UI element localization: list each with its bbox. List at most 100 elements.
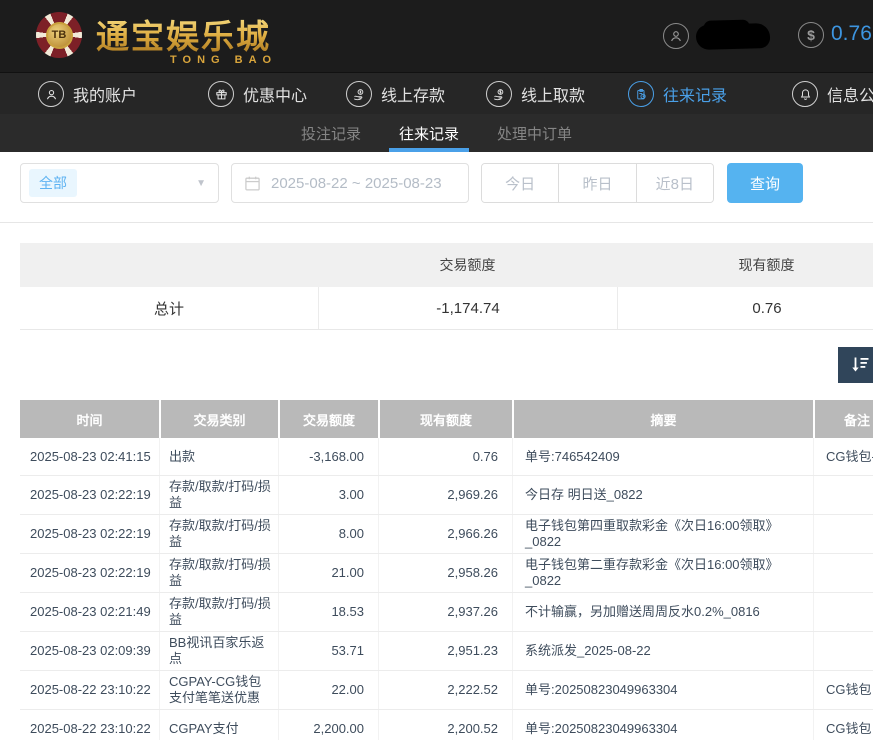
cell-remark <box>813 632 873 670</box>
balance-coin-icon: $ <box>798 22 824 48</box>
cell-balance: 2,969.26 <box>378 476 512 514</box>
summary-total-row: 总计 -1,174.74 0.76 <box>20 287 873 330</box>
cell-remark: CG钱包 <box>813 710 873 740</box>
table-row: 2025-08-22 23:10:22 CGPAY-CG钱包支付笔笔送优惠 22… <box>20 671 873 710</box>
cell-balance: 2,200.52 <box>378 710 512 740</box>
table-row: 2025-08-23 02:21:49 存款/取款/打码/损益 18.53 2,… <box>20 593 873 632</box>
summary-total-label: 总计 <box>20 287 318 329</box>
cell-summary: 今日存 明日送_0822 <box>512 476 813 514</box>
cell-remark <box>813 593 873 631</box>
cell-type: 存款/取款/打码/损益 <box>159 593 278 631</box>
cell-summary: 单号:20250823049963304 <box>512 671 813 709</box>
section-divider <box>0 222 873 223</box>
date-range-value: 2025-08-22 ~ 2025-08-23 <box>271 175 442 192</box>
records-header-row: 时间 交易类别 交易额度 现有额度 摘要 备注 <box>20 400 873 438</box>
tab-betting-records[interactable]: 投注记录 <box>297 114 365 152</box>
filter-bar: 全部 ▼ 2025-08-22 ~ 2025-08-23 今日 昨日 近8日 查… <box>0 152 873 223</box>
sort-button[interactable] <box>838 347 873 383</box>
cell-remark <box>813 515 873 553</box>
cell-summary: 单号:20250823049963304 <box>512 710 813 740</box>
cell-type: 存款/取款/打码/损益 <box>159 476 278 514</box>
cell-summary: 电子钱包第四重取款彩金《次日16:00领取》_0822 <box>512 515 813 553</box>
table-row: 2025-08-23 02:22:19 存款/取款/打码/损益 3.00 2,9… <box>20 476 873 515</box>
table-row: 2025-08-23 02:09:39 BB视讯百家乐返点 53.71 2,95… <box>20 632 873 671</box>
table-row: 2025-08-22 23:10:22 CGPAY支付 2,200.00 2,2… <box>20 710 873 740</box>
logo-chip-icon[interactable]: TB <box>36 12 82 58</box>
nav-item-online-deposit[interactable]: 线上存款 <box>346 73 445 115</box>
cell-time: 2025-08-22 23:10:22 <box>20 671 159 709</box>
summary-total-amount: -1,174.74 <box>318 287 617 329</box>
calendar-icon <box>244 175 261 192</box>
nav-label: 优惠中心 <box>243 82 307 106</box>
nav-item-announcements[interactable]: 信息公告 <box>792 73 873 115</box>
main-nav: 我的账户 优惠中心 线上存款 线上取款 往来记录 <box>0 72 873 114</box>
cell-type: 存款/取款/打码/损益 <box>159 515 278 553</box>
nav-item-transaction-records[interactable]: 往来记录 <box>628 73 727 115</box>
type-select-value: 全部 <box>29 169 77 197</box>
sort-descending-icon <box>847 353 871 377</box>
cell-type: CGPAY支付 <box>159 710 278 740</box>
cell-balance: 2,958.26 <box>378 554 512 592</box>
cell-amount: 3.00 <box>278 476 378 514</box>
sub-tabs: 投注记录 往来记录 处理中订单 <box>0 114 873 152</box>
nav-label: 信息公告 <box>827 82 873 106</box>
cell-type: 存款/取款/打码/损益 <box>159 554 278 592</box>
nav-item-promotions[interactable]: 优惠中心 <box>208 73 307 115</box>
cell-balance: 0.76 <box>378 438 512 475</box>
cell-time: 2025-08-23 02:21:49 <box>20 593 159 631</box>
cell-time: 2025-08-23 02:41:15 <box>20 438 159 475</box>
cell-summary: 电子钱包第二重存款彩金《次日16:00领取》_0822 <box>512 554 813 592</box>
summary-header-empty <box>20 243 318 287</box>
col-header-amount: 交易额度 <box>278 400 378 438</box>
balance-amount: 0.76 <box>831 22 872 45</box>
cell-type: BB视讯百家乐返点 <box>159 632 278 670</box>
cell-balance: 2,951.23 <box>378 632 512 670</box>
cell-remark: CG钱包 <box>813 671 873 709</box>
gift-icon <box>208 81 234 107</box>
user-icon <box>38 81 64 107</box>
nav-label: 线上取款 <box>521 82 585 106</box>
username-redacted <box>696 23 771 50</box>
summary-header-amount: 交易额度 <box>318 243 617 287</box>
cell-time: 2025-08-23 02:22:19 <box>20 515 159 553</box>
col-header-remark: 备注 <box>813 400 873 438</box>
cell-remark: CG钱包-24 <box>813 438 873 475</box>
cell-amount: -3,168.00 <box>278 438 378 475</box>
records-body: 2025-08-23 02:41:15 出款 -3,168.00 0.76 单号… <box>20 438 873 740</box>
cell-type: 出款 <box>159 438 278 475</box>
bell-icon <box>792 81 818 107</box>
tab-pending-orders[interactable]: 处理中订单 <box>493 114 576 152</box>
cell-amount: 22.00 <box>278 671 378 709</box>
cell-type: CGPAY-CG钱包支付笔笔送优惠 <box>159 671 278 709</box>
type-select[interactable]: 全部 ▼ <box>20 163 219 203</box>
cell-remark <box>813 554 873 592</box>
summary-header-balance: 现有额度 <box>617 243 873 287</box>
summary-total-balance: 0.76 <box>617 287 873 329</box>
user-avatar-icon[interactable] <box>663 23 689 49</box>
last-8-days-button[interactable]: 近8日 <box>636 164 713 202</box>
today-button[interactable]: 今日 <box>482 164 558 202</box>
balance: 0.76R <box>831 22 873 46</box>
cell-balance: 2,222.52 <box>378 671 512 709</box>
summary-header-row: 交易额度 现有额度 <box>20 243 873 287</box>
records-icon <box>628 81 654 107</box>
records-table: 时间 交易类别 交易额度 现有额度 摘要 备注 2025-08-23 02:41… <box>20 400 873 740</box>
nav-label: 往来记录 <box>663 82 727 106</box>
tab-transaction-records[interactable]: 往来记录 <box>395 114 463 152</box>
cell-time: 2025-08-23 02:22:19 <box>20 554 159 592</box>
yesterday-button[interactable]: 昨日 <box>558 164 635 202</box>
nav-label: 线上存款 <box>381 82 445 106</box>
logo[interactable]: 通宝娱乐城 TONG BAO <box>96 10 306 66</box>
date-range-input[interactable]: 2025-08-22 ~ 2025-08-23 <box>231 163 469 203</box>
query-button[interactable]: 查询 <box>727 163 803 203</box>
cell-summary: 系统派发_2025-08-22 <box>512 632 813 670</box>
deposit-icon <box>346 81 372 107</box>
cell-remark <box>813 476 873 514</box>
page: TB 通宝娱乐城 TONG BAO $ 0.76R 我的账户 优惠中心 <box>0 0 873 740</box>
quick-range-group: 今日 昨日 近8日 <box>481 163 714 203</box>
nav-label: 我的账户 <box>73 82 137 106</box>
logo-title: 通宝娱乐城 <box>96 10 306 58</box>
table-row: 2025-08-23 02:22:19 存款/取款/打码/损益 21.00 2,… <box>20 554 873 593</box>
nav-item-my-account[interactable]: 我的账户 <box>38 73 137 115</box>
nav-item-online-withdrawal[interactable]: 线上取款 <box>486 73 585 115</box>
